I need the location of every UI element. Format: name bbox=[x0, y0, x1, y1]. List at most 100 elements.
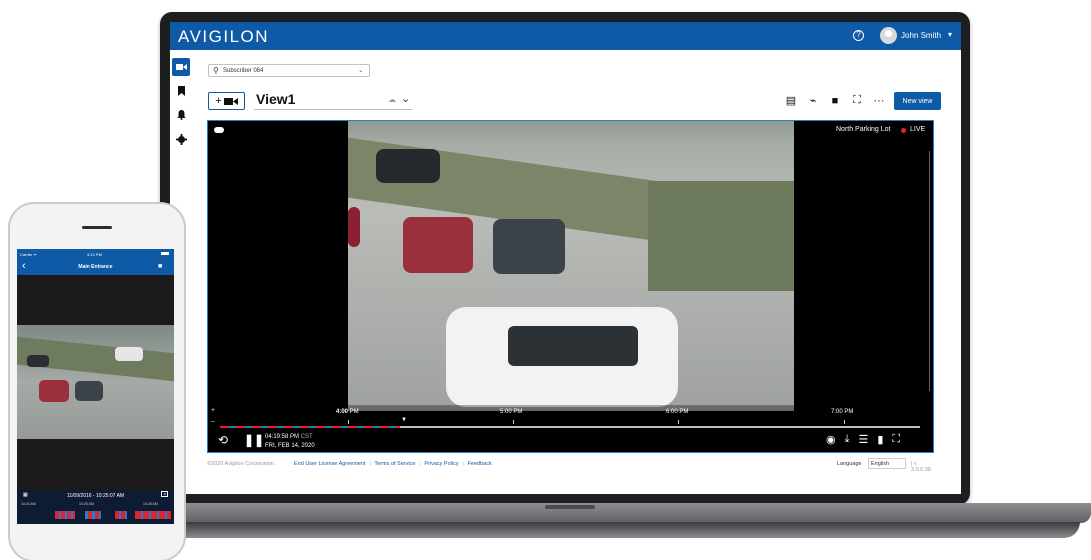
playback-date: FRI, FEB 14, 2020 bbox=[265, 443, 315, 449]
car bbox=[403, 217, 473, 273]
square-icon[interactable]: ■ bbox=[828, 95, 842, 107]
fullscreen-icon[interactable]: ⛶ bbox=[892, 433, 900, 446]
sidebar-item-video[interactable] bbox=[172, 58, 190, 76]
bell-icon bbox=[176, 110, 186, 120]
phone-page-title: Main Entrance bbox=[78, 264, 113, 270]
car bbox=[39, 380, 69, 402]
timeline-tick bbox=[513, 420, 514, 424]
fullscreen-icon[interactable]: ◂ bbox=[161, 491, 168, 497]
eula-link[interactable]: End User License Agreement bbox=[294, 461, 366, 467]
pause-icon[interactable]: ❚❚ bbox=[244, 433, 264, 447]
more-icon[interactable]: ··· bbox=[872, 95, 886, 107]
car-window bbox=[508, 326, 638, 366]
new-view-button[interactable]: New view bbox=[894, 92, 941, 110]
view-title[interactable]: View1 bbox=[256, 91, 295, 107]
battery-icon bbox=[161, 252, 169, 255]
toggle-icon[interactable] bbox=[214, 127, 224, 133]
language-select[interactable]: English bbox=[868, 458, 906, 469]
add-camera-button[interactable]: + bbox=[208, 92, 245, 110]
timeline-tick bbox=[844, 420, 845, 424]
version-label: | v 3.0.0.38 bbox=[911, 461, 931, 473]
privacy-link[interactable]: Privacy Policy bbox=[424, 461, 458, 467]
car bbox=[493, 219, 565, 274]
car bbox=[348, 207, 360, 247]
marketing-scene: AVIGILON ? John Smith ▾ ⚲ Subscriber 084… bbox=[0, 0, 1091, 560]
phone-video-feed[interactable] bbox=[17, 325, 174, 439]
playback-time: 04:19:58 PM CST bbox=[265, 434, 313, 440]
sidebar-item-alarms[interactable] bbox=[172, 106, 190, 124]
phone-nav-bar: ‹ Main Entrance ■ bbox=[17, 259, 174, 275]
bookmark-icon bbox=[177, 86, 185, 96]
scrollbar[interactable] bbox=[929, 151, 930, 391]
phone-timeline-tick: 10:26 AM bbox=[143, 502, 158, 506]
terms-link[interactable]: Terms of Service bbox=[374, 461, 415, 467]
playback-controls: ◉ ⤓ ☰ ▮ ⛶ bbox=[826, 433, 900, 446]
search-input[interactable]: ⚲ Subscriber 084 ⌄ bbox=[208, 64, 370, 77]
language-label: Language bbox=[837, 461, 862, 467]
bookmark-add-icon[interactable]: ▮ bbox=[877, 433, 883, 446]
timeline-label: 5:00 PM bbox=[500, 409, 523, 415]
recording-segment bbox=[135, 511, 171, 519]
phone-playback-date: 11/09/2016 - 10:25:07 AM bbox=[66, 493, 125, 499]
footer-links: End User License Agreement | Terms of Ser… bbox=[294, 461, 492, 467]
view-toolbar: ▤ ⌁ ■ ⛶ ··· bbox=[784, 94, 886, 107]
phone-status-bar: Carrier ᯤ 4:13 PM bbox=[17, 249, 174, 259]
copyright: ©2020 Avigilon Corporation. bbox=[207, 461, 276, 467]
feedback-link[interactable]: Feedback bbox=[468, 461, 492, 467]
chevron-down-icon[interactable]: ⌄ bbox=[358, 66, 364, 74]
camera-video-feed bbox=[348, 121, 794, 411]
zoom-in-button[interactable]: + bbox=[211, 407, 215, 414]
layout-icon[interactable]: ▤ bbox=[784, 94, 798, 107]
video-camera-icon bbox=[223, 97, 238, 105]
timeline-tick bbox=[678, 420, 679, 424]
car bbox=[27, 355, 49, 367]
user-name[interactable]: John Smith bbox=[901, 31, 941, 40]
live-label: LIVE bbox=[910, 126, 926, 133]
phone-timeline-tick: 10:24 AM bbox=[21, 502, 36, 506]
laptop-notch bbox=[545, 505, 595, 509]
camera-snapshot-icon[interactable]: ◉ bbox=[826, 433, 836, 446]
live-indicator-icon bbox=[901, 128, 906, 133]
plus-icon: + bbox=[215, 95, 222, 107]
download-icon[interactable]: ⤓ bbox=[845, 433, 850, 446]
help-icon[interactable]: ? bbox=[853, 30, 864, 41]
carrier-label: Carrier ᯤ bbox=[20, 252, 37, 257]
laptop-base bbox=[140, 503, 1091, 523]
phone-screen: Carrier ᯤ 4:13 PM ‹ Main Entrance ■ ▦ 11… bbox=[17, 249, 174, 524]
phone-speaker bbox=[82, 226, 112, 229]
recording-segments bbox=[220, 426, 400, 428]
view-title-underline bbox=[254, 109, 412, 110]
top-bar: AVIGILON ? John Smith ▾ bbox=[170, 22, 961, 50]
sidebar-item-bookmarks[interactable] bbox=[172, 82, 190, 100]
chevron-down-icon[interactable]: ▾ bbox=[948, 30, 952, 39]
fullscreen-icon[interactable]: ⛶ bbox=[850, 94, 864, 107]
chevron-down-icon[interactable]: ⌄ bbox=[401, 92, 410, 105]
status-time: 4:13 PM bbox=[87, 252, 102, 257]
recording-segment bbox=[115, 511, 127, 519]
camera-name: North Parking Lot bbox=[836, 126, 891, 133]
laptop-base-edge bbox=[150, 522, 1080, 538]
car bbox=[115, 347, 143, 361]
video-tile[interactable]: North Parking Lot LIVE + – 4:00 PM 5:00 … bbox=[207, 120, 934, 453]
search-icon: ⚲ bbox=[213, 66, 219, 75]
sidebar-item-settings[interactable] bbox=[172, 130, 190, 148]
zoom-out-button[interactable]: – bbox=[211, 418, 215, 425]
search-input-value: Subscriber 084 bbox=[223, 68, 264, 74]
link-off-icon[interactable]: ⌁ bbox=[806, 94, 820, 107]
timeline-label: 7:00 PM bbox=[831, 409, 854, 415]
app-logo: AVIGILON bbox=[178, 27, 270, 46]
footer: ©2020 Avigilon Corporation. End User Lic… bbox=[207, 458, 937, 473]
cloud-icon: ☁ bbox=[388, 95, 396, 104]
phone-playback-bar[interactable]: ▦ 11/09/2016 - 10:25:07 AM ◂ 10:24 AM 10… bbox=[17, 490, 174, 524]
video-camera-icon[interactable]: ■ bbox=[158, 263, 162, 270]
car bbox=[376, 149, 440, 183]
gear-icon bbox=[175, 133, 187, 145]
timeline[interactable]: + – 4:00 PM 5:00 PM 6:00 PM 7:00 PM ▼ ⟲ … bbox=[208, 405, 933, 452]
timeline-label: 6:00 PM bbox=[666, 409, 689, 415]
avatar[interactable] bbox=[880, 27, 897, 44]
adjust-icon[interactable]: ☰ bbox=[858, 433, 868, 446]
car bbox=[75, 381, 103, 401]
timeline-tick bbox=[348, 420, 349, 424]
playhead-marker-icon[interactable]: ▼ bbox=[401, 417, 407, 423]
rewind-icon[interactable]: ⟲ bbox=[218, 433, 228, 447]
